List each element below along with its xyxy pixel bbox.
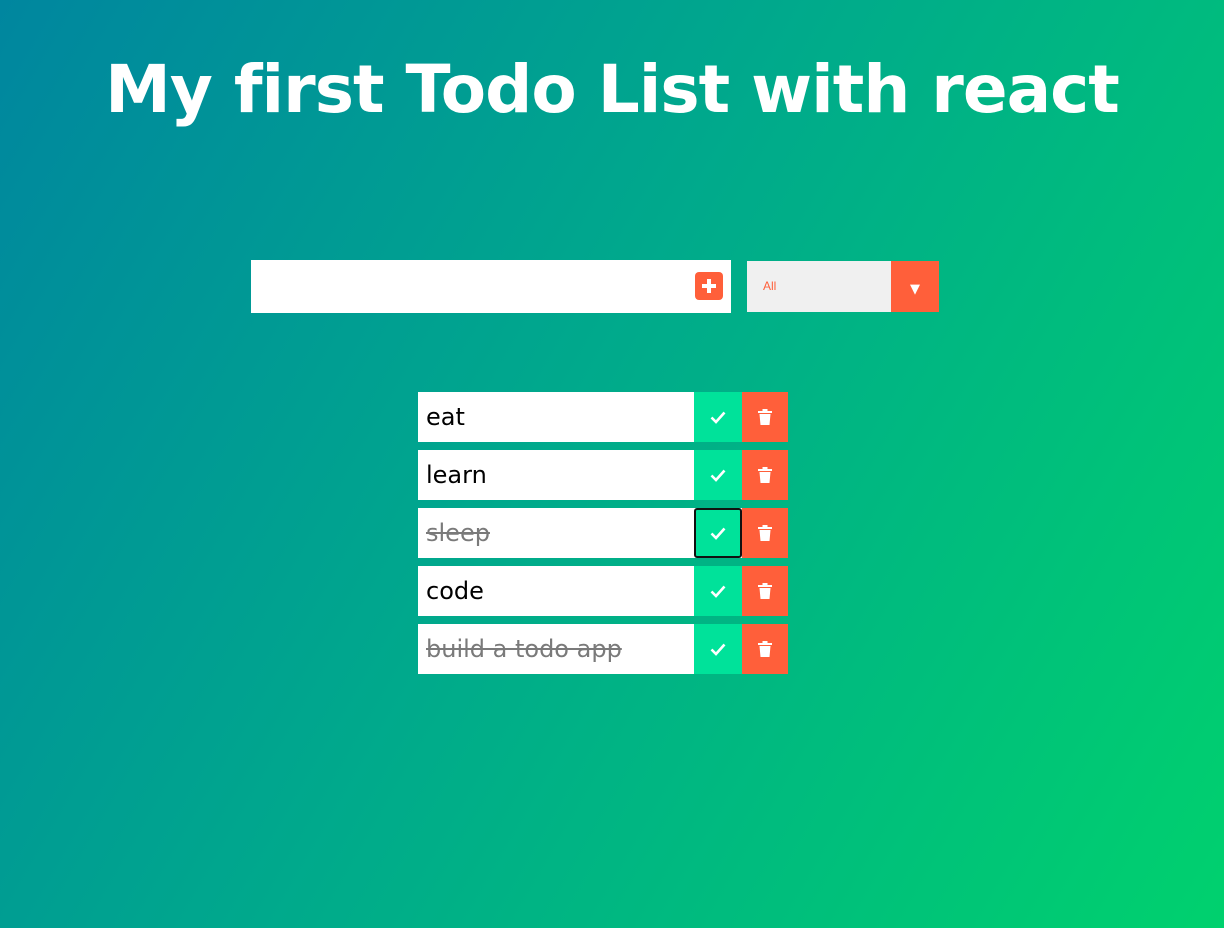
check-icon — [710, 643, 726, 656]
delete-button[interactable] — [742, 624, 788, 674]
delete-button[interactable] — [742, 392, 788, 442]
check-icon — [710, 469, 726, 482]
add-todo-button[interactable] — [695, 272, 723, 300]
complete-button[interactable] — [694, 450, 742, 500]
caret-down-icon[interactable]: ▼ — [891, 261, 939, 312]
todo-item: code — [418, 566, 788, 616]
trash-icon — [758, 409, 772, 425]
todo-text: eat — [426, 403, 465, 431]
todo-item: eat — [418, 392, 788, 442]
filter-selected-value: All — [763, 279, 777, 293]
check-icon — [710, 527, 726, 540]
complete-button[interactable] — [694, 392, 742, 442]
delete-button[interactable] — [742, 508, 788, 558]
check-icon — [710, 411, 726, 424]
todo-item: build a todo app — [418, 624, 788, 674]
plus-icon — [702, 279, 716, 293]
todo-list: eat learn sleep code build a todo app — [418, 392, 788, 682]
todo-item: sleep — [418, 508, 788, 558]
todo-input[interactable] — [251, 260, 687, 313]
todo-item: learn — [418, 450, 788, 500]
trash-icon — [758, 525, 772, 541]
trash-icon — [758, 467, 772, 483]
check-icon — [710, 585, 726, 598]
todo-form — [251, 260, 731, 313]
filter-select[interactable]: All ▼ — [747, 261, 939, 312]
complete-button[interactable] — [694, 624, 742, 674]
complete-button[interactable] — [694, 566, 742, 616]
delete-button[interactable] — [742, 450, 788, 500]
todo-text: build a todo app — [426, 635, 622, 663]
complete-button[interactable] — [694, 508, 742, 558]
todo-text: code — [426, 577, 484, 605]
trash-icon — [758, 641, 772, 657]
trash-icon — [758, 583, 772, 599]
todo-text: sleep — [426, 519, 490, 547]
page-title: My first Todo List with react — [105, 51, 1120, 128]
todo-text: learn — [426, 461, 487, 489]
delete-button[interactable] — [742, 566, 788, 616]
